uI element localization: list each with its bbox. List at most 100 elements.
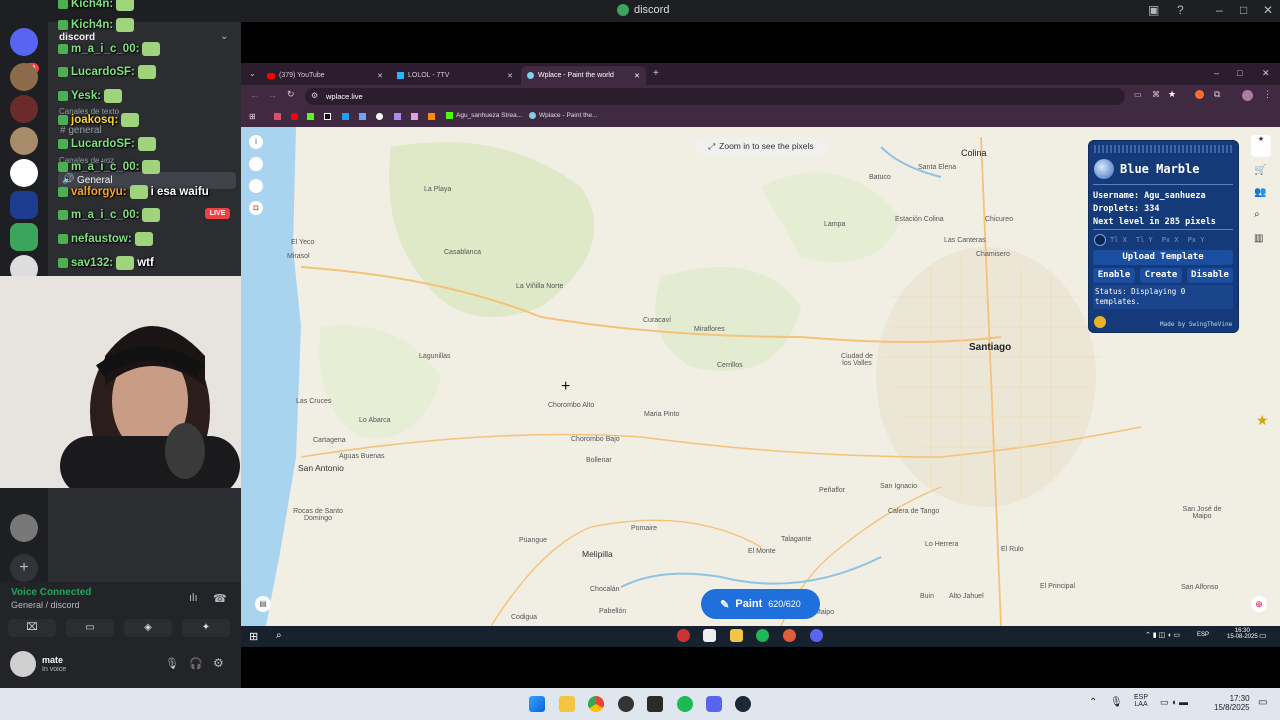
tl-x-input[interactable]: Tl X — [1110, 236, 1127, 244]
system-tray-icons[interactable]: ⌃ ▮ ◫ ◖ ▭ — [1145, 631, 1180, 639]
maximize-button[interactable]: □ — [1240, 3, 1247, 17]
spotify-icon[interactable] — [677, 696, 693, 712]
map-control[interactable] — [249, 179, 263, 193]
folder-icon[interactable] — [730, 629, 743, 642]
droplets-counter[interactable]: ★ — [1251, 135, 1271, 157]
search-icon[interactable]: ⌕ — [1254, 209, 1260, 220]
apps-grid-icon[interactable]: ⊞ — [249, 112, 256, 121]
language-indicator[interactable]: ESP LAA — [1134, 694, 1148, 708]
tab-7tv[interactable]: LOLOL - 7TV ✕ — [391, 66, 519, 85]
chevron-down-icon[interactable]: ⌄ — [220, 31, 228, 42]
upload-template-button[interactable]: Upload Template — [1093, 250, 1233, 265]
search-icon[interactable]: ⌕ — [276, 630, 282, 641]
close-window-button[interactable]: ✕ — [1262, 68, 1270, 79]
add-server-icon[interactable]: + — [10, 554, 38, 582]
pin-icon[interactable] — [1094, 234, 1106, 246]
clock[interactable]: 17:30 15/8/2025 — [1214, 694, 1250, 712]
bookmark-icon[interactable] — [274, 113, 281, 120]
epic-games-icon[interactable] — [647, 696, 663, 712]
chrome-icon[interactable] — [783, 629, 796, 642]
close-tab-icon[interactable]: ✕ — [377, 72, 383, 80]
drag-handle[interactable] — [1094, 145, 1234, 153]
soundboard-button[interactable]: ✦ — [182, 619, 230, 637]
cast-icon[interactable]: ▭ — [1134, 90, 1142, 99]
headphones-icon[interactable]: 🎧 — [189, 657, 203, 670]
help-icon[interactable]: ? — [1177, 3, 1184, 17]
server-icon[interactable] — [10, 223, 38, 251]
profile-avatar[interactable] — [1242, 90, 1253, 101]
close-tab-icon[interactable]: ✕ — [507, 72, 513, 80]
coordinate-inputs[interactable]: Tl X Tl Y Px X Px Y — [1110, 236, 1204, 244]
server-icon[interactable] — [10, 63, 38, 91]
bookmark-icon[interactable] — [428, 113, 435, 120]
bookmark-icon[interactable] — [394, 113, 401, 120]
maximize-button[interactable]: □ — [1237, 68, 1242, 78]
discord-icon[interactable] — [810, 629, 823, 642]
camera-off-button[interactable]: ⌧ — [8, 619, 56, 637]
leaderboard-icon[interactable]: ▥ — [1254, 233, 1263, 244]
users-icon[interactable]: 👥 — [1254, 187, 1266, 198]
spotify-icon[interactable] — [756, 629, 769, 642]
direct-messages-icon[interactable] — [10, 28, 38, 56]
bookmark-wplace[interactable]: Wplace - Paint the... — [529, 112, 598, 119]
px-y-input[interactable]: Px Y — [1188, 236, 1205, 244]
menu-icon[interactable]: ⋮ — [1263, 89, 1272, 100]
map-control[interactable]: ◘ — [249, 201, 263, 215]
discord-icon[interactable] — [706, 696, 722, 712]
tab-search-icon[interactable]: ⌄ — [249, 69, 256, 78]
close-button[interactable]: ✕ — [1263, 3, 1273, 17]
microphone-icon[interactable]: 🎙 — [165, 657, 179, 670]
info-icon[interactable]: i — [249, 135, 263, 149]
calendar-icon[interactable] — [703, 629, 716, 642]
voice-activity-icon[interactable]: ılı — [189, 592, 198, 604]
notification-icon[interactable]: ▭ — [1259, 631, 1267, 640]
windows-start-icon[interactable] — [529, 696, 545, 712]
settings-gear-icon[interactable]: ⚙ — [213, 656, 224, 670]
clock[interactable]: 16:30 15-08-2025 — [1227, 628, 1258, 640]
minimize-button[interactable]: – — [1216, 3, 1223, 17]
create-button[interactable]: Create — [1140, 268, 1182, 283]
inbox-icon[interactable]: ▣ — [1148, 3, 1159, 17]
language-indicator[interactable]: ESP — [1197, 632, 1209, 638]
avatar[interactable] — [10, 651, 36, 677]
forward-arrow-icon[interactable]: → — [268, 90, 277, 100]
chevron-up-icon[interactable]: ⌃ — [1089, 697, 1097, 708]
cart-icon[interactable]: 🛒 — [1254, 165, 1266, 176]
steam-icon[interactable] — [735, 696, 751, 712]
back-arrow-icon[interactable]: ← — [250, 90, 259, 100]
app-icon[interactable] — [677, 629, 690, 642]
activities-button[interactable]: ◈ — [124, 619, 172, 637]
extension-icon[interactable] — [1195, 90, 1204, 99]
site-info-icon[interactable]: ⚙ — [311, 91, 318, 100]
px-x-input[interactable]: Px X — [1162, 236, 1179, 244]
new-tab-icon[interactable]: + — [653, 68, 659, 79]
app-icon[interactable] — [618, 696, 634, 712]
server-icon[interactable] — [10, 514, 38, 542]
extensions-puzzle-icon[interactable]: ⧉ — [1214, 89, 1220, 100]
globe-icon[interactable] — [1094, 159, 1114, 179]
tab-wplace[interactable]: Wplace - Paint the world ✕ — [521, 66, 646, 85]
notification-icon[interactable]: ▭ — [1258, 697, 1267, 708]
layers-icon[interactable]: ▤ — [255, 596, 271, 612]
enable-button[interactable]: Enable — [1093, 268, 1135, 283]
voice-location[interactable]: General / discord — [11, 600, 80, 610]
bookmark-agu-stream[interactable]: Agu_sanhueza Strea... — [446, 112, 522, 119]
tab-youtube[interactable]: (379) YouTube ✕ — [261, 66, 389, 85]
microphone-icon[interactable]: 🎙 — [1110, 697, 1123, 708]
close-tab-icon[interactable]: ✕ — [634, 72, 640, 80]
bookmark-icon[interactable] — [291, 113, 298, 120]
translate-icon[interactable]: ⌘ — [1152, 90, 1160, 99]
bookmark-icon[interactable] — [324, 113, 331, 120]
chrome-icon[interactable] — [588, 696, 604, 712]
bookmark-icon[interactable] — [376, 113, 383, 120]
disable-button[interactable]: Disable — [1187, 268, 1233, 283]
disconnect-icon[interactable]: ☎ — [213, 592, 227, 605]
server-icon[interactable] — [10, 159, 38, 187]
server-icon[interactable] — [10, 191, 38, 219]
bookmark-icon[interactable] — [307, 113, 314, 120]
file-explorer-icon[interactable] — [559, 696, 575, 712]
network-icon[interactable]: ▭ ◖ ▬ — [1160, 697, 1188, 708]
screen-share-button[interactable]: ▭ — [66, 619, 114, 637]
tl-y-input[interactable]: Tl Y — [1136, 236, 1153, 244]
server-icon[interactable] — [10, 95, 38, 123]
